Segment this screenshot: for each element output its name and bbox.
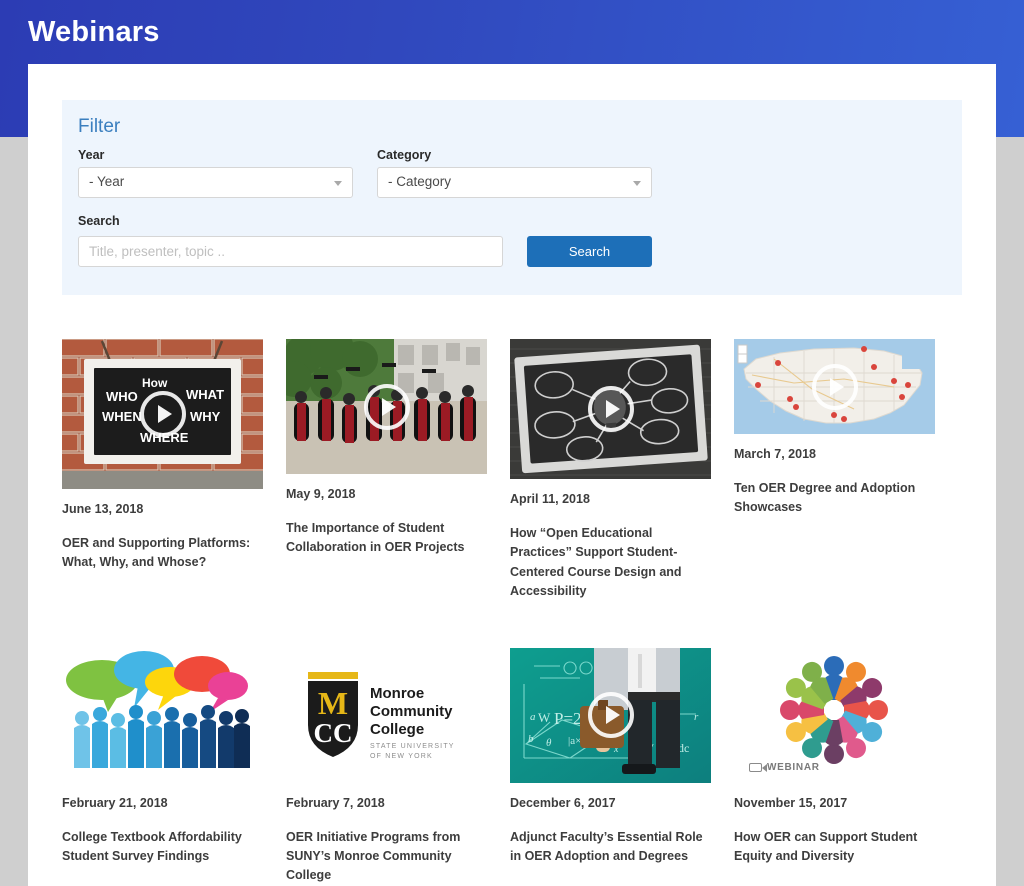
search-label: Search: [78, 214, 120, 228]
webinar-card[interactable]: March 7, 2018 Ten OER Degree and Adoptio…: [734, 339, 935, 602]
webinar-title[interactable]: OER Initiative Programs from SUNY’s Monr…: [286, 828, 487, 886]
webinar-date: November 15, 2017: [734, 795, 848, 810]
svg-text:WHY: WHY: [190, 409, 221, 424]
year-select-value: - Year: [89, 174, 125, 189]
webinar-date: February 21, 2018: [62, 795, 168, 810]
webinar-card[interactable]: April 11, 2018 How “Open Educational Pra…: [510, 339, 711, 602]
category-label: Category: [377, 148, 432, 162]
svg-text:Monroe: Monroe: [370, 685, 424, 702]
webinar-title[interactable]: How “Open Educational Practices” Support…: [510, 524, 711, 602]
webinar-thumbnail[interactable]: WHO WHAT WHEN WHY WHERE How: [62, 339, 263, 489]
webinar-grid: WHO WHAT WHEN WHY WHERE How June 13, 201…: [62, 339, 962, 886]
svg-text:How: How: [142, 376, 168, 390]
svg-text:College: College: [370, 721, 424, 738]
webinar-title[interactable]: OER and Supporting Platforms: What, Why,…: [62, 534, 263, 573]
filter-legend: Filter: [78, 116, 121, 137]
search-button[interactable]: Search: [527, 236, 652, 267]
svg-text:M: M: [318, 685, 348, 721]
page-title: Webinars: [28, 16, 160, 48]
year-field: Year - Year: [78, 148, 353, 198]
play-button-icon[interactable]: [811, 363, 858, 410]
svg-text:r: r: [694, 711, 699, 723]
webinar-card[interactable]: February 21, 2018 College Textbook Affor…: [62, 647, 263, 886]
webinar-date: June 13, 2018: [62, 502, 144, 516]
webinar-title[interactable]: Ten OER Degree and Adoption Showcases: [734, 479, 935, 518]
webinar-badge: WEBINAR: [744, 759, 827, 775]
webinar-badge-label: WEBINAR: [767, 761, 820, 773]
webinar-title[interactable]: How OER can Support Student Equity and D…: [734, 828, 935, 867]
webinar-card[interactable]: M CC Monroe Community College STATE UNIV…: [286, 647, 487, 886]
svg-text:a: a: [530, 711, 536, 723]
category-select[interactable]: - Category: [377, 167, 652, 198]
play-button-icon[interactable]: [587, 692, 634, 738]
webinar-thumbnail[interactable]: [286, 339, 487, 474]
webinar-thumbnail[interactable]: [62, 647, 263, 783]
chevron-down-icon: [334, 181, 342, 186]
webinar-card[interactable]: May 9, 2018 The Importance of Student Co…: [286, 339, 487, 602]
svg-text:CC: CC: [314, 718, 353, 748]
chevron-down-icon: [633, 181, 641, 186]
svg-text:OF NEW YORK: OF NEW YORK: [370, 753, 433, 760]
webinar-thumbnail[interactable]: M CC Monroe Community College STATE UNIV…: [286, 647, 487, 783]
webinar-date: December 6, 2017: [510, 795, 616, 810]
webinar-date: May 9, 2018: [286, 487, 356, 501]
webinar-thumbnail[interactable]: WEBINAR: [734, 647, 935, 783]
video-camera-icon: [749, 762, 767, 772]
webinar-date: April 11, 2018: [510, 492, 590, 506]
svg-text:Community: Community: [370, 703, 453, 720]
svg-text:W: W: [538, 710, 551, 725]
year-select[interactable]: - Year: [78, 167, 353, 198]
page-container: Filter Year - Year Category - Category S…: [28, 64, 996, 886]
webinar-card[interactable]: WEBINAR November 15, 2017 How OER can Su…: [734, 647, 935, 886]
webinar-title[interactable]: The Importance of Student Collaboration …: [286, 519, 487, 558]
svg-text:WHAT: WHAT: [186, 387, 224, 402]
monroe-community-college-logo-image: M CC Monroe Community College STATE UNIV…: [286, 647, 487, 783]
webinar-date: February 7, 2018: [286, 795, 385, 810]
filter-panel: Filter Year - Year Category - Category S…: [62, 100, 962, 295]
webinar-title[interactable]: College Textbook Affordability Student S…: [62, 828, 263, 867]
play-button-icon[interactable]: [139, 391, 186, 437]
webinar-thumbnail[interactable]: [510, 339, 711, 479]
speech-bubbles-crowd-image: [62, 647, 263, 783]
search-input[interactable]: [78, 236, 503, 267]
webinar-thumbnail[interactable]: a W P=2 l +2 b θ |a×b| x ± V 4dc r: [510, 647, 711, 783]
svg-text:b: b: [528, 733, 534, 745]
play-button-icon[interactable]: [587, 386, 634, 432]
filter-selects-row: Year - Year Category - Category: [78, 148, 946, 204]
year-label: Year: [78, 148, 105, 162]
search-field: Search Search: [78, 214, 946, 267]
svg-text:θ: θ: [546, 737, 552, 749]
webinar-card[interactable]: WHO WHAT WHEN WHY WHERE How June 13, 201…: [62, 339, 263, 602]
category-select-value: - Category: [388, 174, 452, 189]
webinar-date: March 7, 2018: [734, 447, 816, 461]
webinar-title[interactable]: Adjunct Faculty’s Essential Role in OER …: [510, 828, 711, 867]
svg-text:STATE UNIVERSITY: STATE UNIVERSITY: [370, 743, 455, 750]
svg-text:WHO: WHO: [106, 389, 138, 404]
category-field: Category - Category: [377, 148, 652, 198]
webinar-card[interactable]: a W P=2 l +2 b θ |a×b| x ± V 4dc r: [510, 647, 711, 886]
svg-text:WHEN: WHEN: [102, 409, 142, 424]
search-row: Search: [78, 236, 946, 267]
webinar-thumbnail[interactable]: [734, 339, 935, 434]
play-button-icon[interactable]: [363, 383, 410, 430]
svg-text:P=2: P=2: [554, 709, 582, 728]
